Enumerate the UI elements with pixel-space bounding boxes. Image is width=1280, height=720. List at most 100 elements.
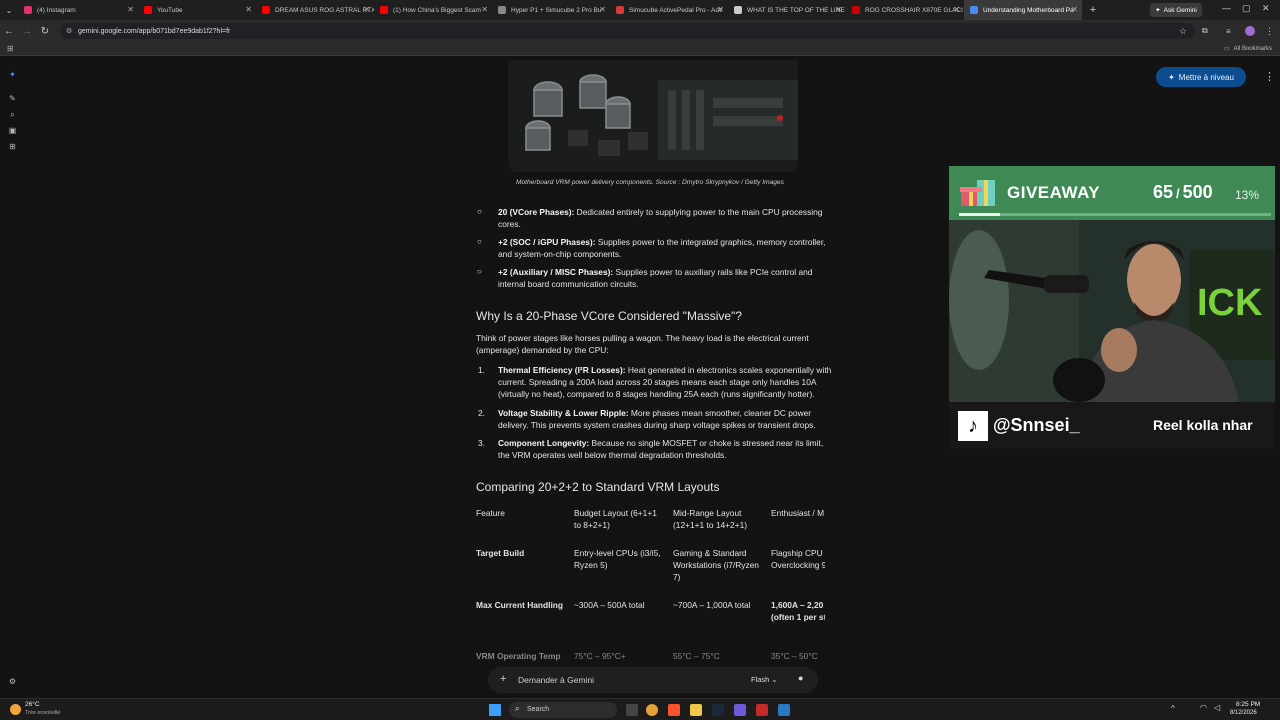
brave-icon[interactable] [668,704,680,716]
gemini-spark-icon: ✦ [1155,7,1161,14]
weather-desc: Très ensoleillé [25,710,61,716]
browser-tab[interactable]: Simucube ActivePedal Pro - Adv ✕ [610,0,728,20]
volume-icon[interactable]: ◁ [1214,703,1220,712]
site-info-icon[interactable]: ⚙ [66,27,72,35]
prompt-input[interactable]: + Demander à Gemini Flash ⌄ ● [488,667,818,693]
table-cell: Target Build [476,548,525,558]
browser-tab[interactable]: YouTube ✕ [138,0,256,20]
table-cell: 55°C – 75°C [673,651,720,661]
browser-tab[interactable]: ROG CROSSHAIR X870E GLACI ✕ [846,0,964,20]
tiktok-icon: ♪ [958,411,988,441]
overlay-message: Reel kolla nhar [1153,417,1253,433]
profile-avatar[interactable] [1245,26,1255,36]
bookmark-star-icon[interactable]: ☆ [1179,26,1187,37]
search-icon: ⌕ [515,704,520,713]
address-toolbar: ← → ↻ ⚙ gemini.google.com/app/b071bd7ee9… [0,20,1280,42]
close-window-icon[interactable]: ✕ [1262,3,1270,14]
browser-tab[interactable]: DREAM ASUS ROG ASTRAL RTX ✕ [256,0,374,20]
table-cell: VRM Operating Temp [476,651,561,661]
wifi-icon[interactable]: ◠ [1200,703,1207,712]
extensions-icon[interactable]: ⧉ [1202,26,1208,36]
tray-chevron-icon[interactable]: ^ [1171,704,1175,713]
vrm-comparison-table: Feature Budget Layout (6+1+1 to 8+2+1) Mid… [0,56,825,666]
browser-tab[interactable]: (1) How China's Biggest Scam ✕ [374,0,492,20]
close-tab-icon[interactable]: ✕ [953,5,960,14]
microphone-icon[interactable]: ● [798,673,803,683]
tab-favicon-icon [970,6,978,14]
browser-tab[interactable]: (4) Instagram ✕ [18,0,138,20]
table-cell: 1,600A – 2,20 total (often 1 per stage) [771,600,825,622]
tab-favicon-icon [144,6,152,14]
tab-favicon-icon [24,6,32,14]
app-icon[interactable] [756,704,768,716]
calculator-icon[interactable] [778,704,790,716]
tab-favicon-icon [616,6,624,14]
model-selector[interactable]: Flash ⌄ [751,675,778,684]
upgrade-button[interactable]: ✦ Mettre à niveau [1156,67,1246,87]
ask-gemini-button[interactable]: ✦ Ask Gemini [1150,3,1202,17]
giveaway-count: 65/500 [1153,182,1213,202]
giveaway-panel: GIVEAWAY 65/500 13% [949,166,1275,220]
new-tab-button[interactable]: + [1086,4,1100,16]
table-cell: Gaming & Standard Workstations (i7/Ryzen… [673,548,759,582]
stream-overlay: GIVEAWAY 65/500 13% ICK ♪ @Snnsei_ Reel … [949,166,1275,449]
clock-time[interactable]: 8:25 PM [1236,701,1260,708]
giveaway-progress-bar [959,213,1271,216]
close-tab-icon[interactable]: ✕ [1071,5,1078,14]
maximize-icon[interactable]: ▢ [1242,3,1251,14]
browser-tab[interactable]: Hyper P1 + Simucube 2 Pro Bu ✕ [492,0,610,20]
table-cell: Flagship CPU Overclocking 9) [771,548,825,570]
all-bookmarks-link[interactable]: ▭ All Bookmarks [1223,45,1272,53]
settings-icon[interactable]: ⚙ [8,677,17,686]
table-header-cell: Enthusiast / M (20+2+2) [771,508,825,518]
clock-date[interactable]: 8/12/2026 [1230,710,1257,716]
file-explorer-icon[interactable] [690,704,702,716]
gift-icon [960,180,995,206]
tab-favicon-icon [262,6,270,14]
task-view-icon[interactable] [626,704,638,716]
tab-favicon-icon [852,6,860,14]
add-icon[interactable]: + [500,673,506,685]
browser-tab[interactable]: Understanding Motherboard Pa ✕ [964,0,1082,20]
url-field[interactable]: ⚙ gemini.google.com/app/b071bd7ee9dab1f2… [60,23,1195,39]
apps-grid-icon[interactable]: ⊞ [7,44,14,53]
close-tab-icon[interactable]: ✕ [127,5,134,14]
close-tab-icon[interactable]: ✕ [835,5,842,14]
discord-icon[interactable] [734,704,746,716]
giveaway-progress-fill [959,213,1000,216]
svg-text:ICK: ICK [1197,282,1263,324]
close-tab-icon[interactable]: ✕ [717,5,724,14]
tab-favicon-icon [380,6,388,14]
reload-icon[interactable]: ↻ [36,26,54,37]
table-cell: ~700A – 1,000A total [673,600,751,610]
tab-search-button[interactable]: ⌄ [0,6,18,15]
close-tab-icon[interactable]: ✕ [599,5,606,14]
media-icon[interactable]: ≡ [1226,27,1231,36]
menu-kebab-icon[interactable]: ⋮ [1265,26,1274,37]
windows-taskbar: 26°C Très ensoleillé ⌕ Search ^ ◠ ◁ 8:25… [0,698,1280,720]
prompt-placeholder: Demander à Gemini [518,675,595,685]
steam-icon[interactable] [712,704,724,716]
browser-tab[interactable]: WHAT IS THE TOP OF THE LINE ✕ [728,0,846,20]
close-tab-icon[interactable]: ✕ [245,5,252,14]
close-tab-icon[interactable]: ✕ [363,5,370,14]
close-tab-icon[interactable]: ✕ [481,5,488,14]
sparkle-icon: ✦ [1168,72,1175,82]
table-header-cell: Feature [476,508,505,518]
table-cell: 35°C – 50°C [771,651,818,661]
social-bar: ♪ @Snnsei_ Reel kolla nhar [949,402,1275,449]
minimize-icon[interactable]: — [1222,3,1231,13]
tab-favicon-icon [498,6,506,14]
weather-temp: 26°C [25,701,40,708]
forward-icon[interactable]: → [18,26,36,37]
weather-icon[interactable] [10,704,21,715]
folder-icon: ▭ [1223,46,1230,52]
table-cell: Entry-level CPUs (i3/i5, Ryzen 5) [574,548,661,570]
more-options-icon[interactable]: ⋮ [1264,70,1275,83]
giveaway-percent: 13% [1235,188,1260,202]
table-cell: 75°C – 95°C+ [574,651,626,661]
chrome-icon[interactable] [646,704,658,716]
taskbar-search[interactable]: ⌕ Search [509,702,617,718]
back-icon[interactable]: ← [0,26,18,37]
start-button[interactable] [489,704,501,716]
